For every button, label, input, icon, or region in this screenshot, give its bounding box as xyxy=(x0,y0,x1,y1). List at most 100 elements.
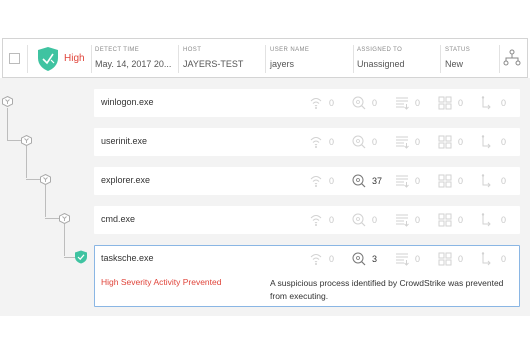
process-stats: 0 0 0 0 0 xyxy=(308,212,523,228)
divider xyxy=(440,45,441,73)
host-value: JAYERS-TEST xyxy=(183,59,244,69)
child-processes-icon xyxy=(481,135,491,149)
process-tree-icon[interactable] xyxy=(503,49,521,67)
user-name-value: jayers xyxy=(270,59,295,69)
network-icon xyxy=(310,254,322,265)
process-name: cmd.exe xyxy=(101,214,136,224)
shield-check-icon xyxy=(38,47,58,71)
assigned-to-value[interactable]: Unassigned xyxy=(357,59,405,69)
modules-icon xyxy=(438,252,452,266)
dns-lookup-icon xyxy=(352,213,366,227)
network-icon xyxy=(310,137,322,148)
stat-children: 0 xyxy=(501,176,507,186)
stat-network: 0 xyxy=(329,176,335,186)
stat-disk: 0 xyxy=(415,254,421,264)
host-column: HOST JAYERS-TEST xyxy=(183,47,243,69)
process-name: winlogon.exe xyxy=(101,97,154,107)
stat-disk: 0 xyxy=(415,176,421,186)
stat-disk: 0 xyxy=(415,215,421,225)
network-icon xyxy=(310,215,322,226)
process-card-userinit[interactable]: userinit.exe 0 0 0 0 0 xyxy=(94,128,520,156)
stat-network: 0 xyxy=(329,137,335,147)
stat-dns[interactable]: 3 xyxy=(372,254,377,264)
stat-children: 0 xyxy=(501,137,507,147)
disk-write-icon xyxy=(396,136,409,149)
stat-disk: 0 xyxy=(415,98,421,108)
user-name-column: USER NAME jayers xyxy=(270,47,309,69)
divider xyxy=(265,45,266,73)
divider xyxy=(178,45,179,73)
child-processes-icon xyxy=(481,96,491,110)
stat-dns[interactable]: 37 xyxy=(372,176,382,186)
stat-modules: 0 xyxy=(458,215,464,225)
network-icon xyxy=(310,176,322,187)
stat-modules: 0 xyxy=(458,254,464,264)
stat-dns: 0 xyxy=(372,215,378,225)
stat-network: 0 xyxy=(329,98,335,108)
host-label: HOST xyxy=(183,47,202,53)
process-tree-canvas: winlogon.exe 0 0 0 0 0 userinit.exe 0 0 … xyxy=(0,78,530,316)
dns-lookup-icon xyxy=(352,135,366,149)
dns-lookup-icon[interactable] xyxy=(351,173,367,189)
tree-connector xyxy=(45,185,46,217)
dns-lookup-icon xyxy=(352,96,366,110)
tree-connector xyxy=(64,224,65,256)
process-card-cmd[interactable]: cmd.exe 0 0 0 0 0 xyxy=(94,206,520,234)
stat-modules: 0 xyxy=(458,98,464,108)
process-node-icon[interactable] xyxy=(2,96,13,107)
stat-children: 0 xyxy=(501,215,507,225)
process-name: explorer.exe xyxy=(101,175,151,185)
stat-children: 0 xyxy=(501,98,507,108)
detect-time-column: DETECT TIME May. 14, 2017 20... xyxy=(95,47,171,69)
stat-dns: 0 xyxy=(372,137,378,147)
process-stats: 0 0 0 0 0 xyxy=(308,134,523,150)
process-name: tasksche.exe xyxy=(101,253,154,263)
process-stats: 0 37 0 0 0 xyxy=(308,173,523,189)
stat-modules: 0 xyxy=(458,137,464,147)
child-processes-icon xyxy=(481,252,491,266)
divider xyxy=(91,45,92,73)
detect-time-label: DETECT TIME xyxy=(95,47,140,53)
tree-connector xyxy=(26,146,27,178)
stat-dns: 0 xyxy=(372,98,378,108)
assigned-to-column[interactable]: ASSIGNED TO Unassigned xyxy=(357,47,405,69)
process-name: userinit.exe xyxy=(101,136,148,146)
network-icon xyxy=(310,98,322,109)
disk-write-icon xyxy=(396,175,409,188)
stat-network: 0 xyxy=(329,215,335,225)
child-processes-icon xyxy=(481,213,491,227)
disk-write-icon xyxy=(396,214,409,227)
stat-disk: 0 xyxy=(415,137,421,147)
process-stats: 0 0 0 0 0 xyxy=(308,95,523,111)
status-value[interactable]: New xyxy=(445,59,470,69)
child-processes-icon xyxy=(481,174,491,188)
detection-header-row[interactable]: High DETECT TIME May. 14, 2017 20... HOS… xyxy=(2,38,528,78)
dns-lookup-icon[interactable] xyxy=(351,251,367,267)
select-checkbox[interactable] xyxy=(9,53,20,64)
modules-icon xyxy=(438,96,452,110)
modules-icon xyxy=(438,174,452,188)
modules-icon xyxy=(438,135,452,149)
process-card-winlogon[interactable]: winlogon.exe 0 0 0 0 0 xyxy=(94,89,520,117)
severity-label: High xyxy=(64,53,85,64)
process-node-icon[interactable] xyxy=(59,213,70,224)
top-margin xyxy=(0,0,530,30)
divider xyxy=(499,45,500,73)
process-node-icon[interactable] xyxy=(21,135,32,146)
process-stats: 0 3 0 0 0 xyxy=(308,251,523,267)
stat-network: 0 xyxy=(329,254,335,264)
stat-children: 0 xyxy=(501,254,507,264)
detection-title: High Severity Activity Prevented xyxy=(101,277,222,287)
process-card-explorer[interactable]: explorer.exe 0 37 0 0 0 xyxy=(94,167,520,195)
tree-connector xyxy=(7,108,8,140)
detection-description: A suspicious process identified by Crowd… xyxy=(270,278,504,301)
shield-check-icon[interactable] xyxy=(74,250,88,264)
process-card-tasksche-selected[interactable]: tasksche.exe 0 3 0 0 0 High Severity Act… xyxy=(94,245,520,307)
detect-time-value: May. 14, 2017 20... xyxy=(95,59,172,69)
assigned-to-label: ASSIGNED TO xyxy=(357,47,403,53)
divider xyxy=(27,45,28,73)
user-name-label: USER NAME xyxy=(270,47,310,53)
status-column[interactable]: STATUS New xyxy=(445,47,470,69)
process-node-icon[interactable] xyxy=(40,174,51,185)
stat-modules: 0 xyxy=(458,176,464,186)
